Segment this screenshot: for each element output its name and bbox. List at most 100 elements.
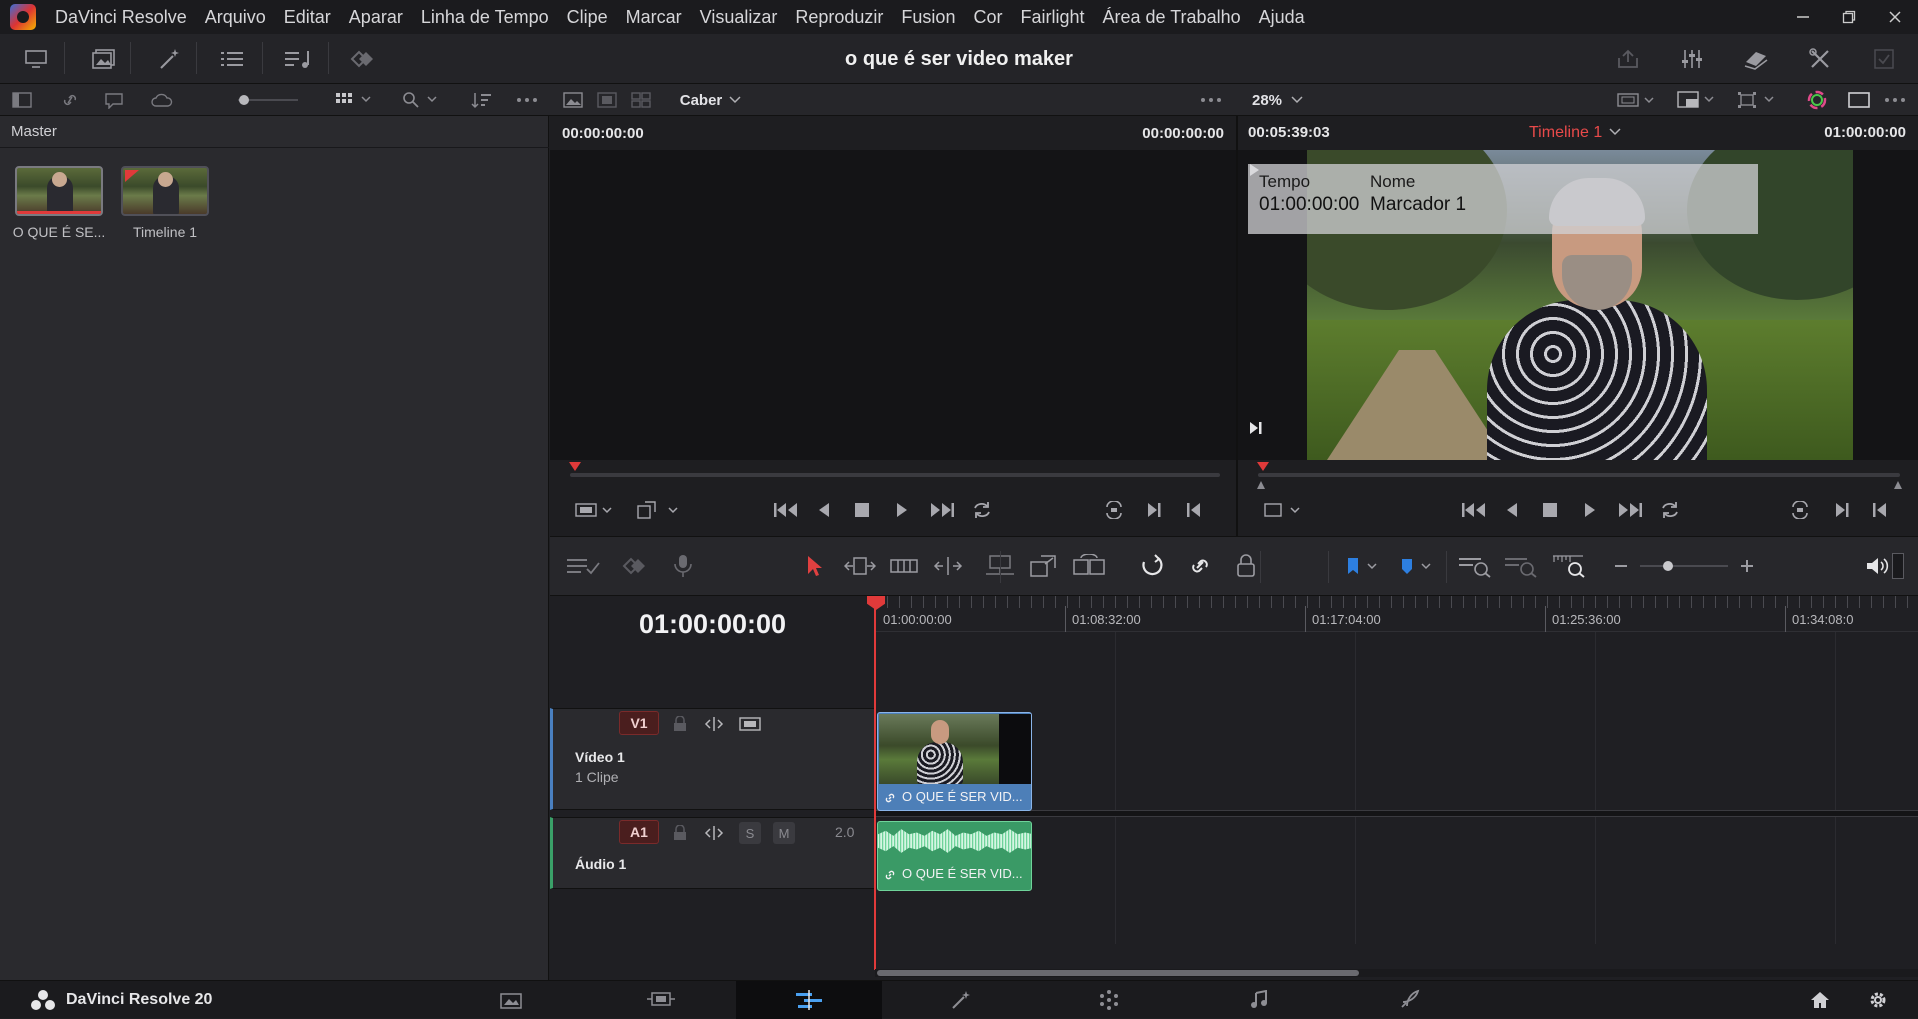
link-clip-icon[interactable] — [56, 84, 84, 116]
single-viewer-icon[interactable] — [1844, 84, 1874, 116]
close-window-icon[interactable] — [1872, 0, 1918, 34]
timeline-go-end-icon[interactable] — [1612, 492, 1648, 528]
davinci-logo-icon[interactable] — [10, 4, 36, 30]
menu-visualizar[interactable]: Visualizar — [691, 0, 787, 34]
source-go-start-icon[interactable] — [768, 492, 804, 528]
menu-area-de-trabalho[interactable]: Área de Trabalho — [1094, 0, 1250, 34]
source-match-frame-icon[interactable] — [1096, 492, 1132, 528]
timeline-viewer-mode-icon[interactable] — [1258, 492, 1308, 528]
source-stop-icon[interactable] — [844, 492, 880, 528]
zoom-full-icon[interactable] — [1456, 537, 1496, 595]
source-mark-in-icon[interactable] — [1176, 492, 1212, 528]
source-transform-icon[interactable] — [632, 492, 688, 528]
restore-icon[interactable] — [1826, 0, 1872, 34]
viewer-film-icon[interactable] — [594, 84, 620, 116]
auto-select-icon[interactable] — [703, 713, 725, 735]
selection-mode-icon[interactable] — [796, 537, 832, 595]
source-options-icon[interactable] — [1196, 84, 1226, 116]
menu-ajuda[interactable]: Ajuda — [1250, 0, 1314, 34]
app-name-menu[interactable]: DaVinci Resolve — [46, 0, 196, 34]
timeline-viewer-screen[interactable]: Tempo 01:00:00:00 Nome Marcador 1 — [1238, 150, 1918, 460]
track-lock-icon[interactable] — [669, 713, 691, 735]
menu-marcar[interactable]: Marcar — [617, 0, 691, 34]
source-playhead[interactable] — [569, 462, 581, 471]
grid-view-icon[interactable] — [334, 84, 378, 116]
source-play-reverse-icon[interactable] — [806, 492, 842, 528]
thumbnail-size-slider[interactable] — [232, 84, 302, 116]
timeline-viewer-scrubber[interactable] — [1257, 462, 1902, 489]
blade-edit-icon[interactable] — [928, 537, 968, 595]
menu-reproduzir[interactable]: Reproduzir — [786, 0, 892, 34]
fusion-page-icon[interactable] — [888, 981, 1034, 1019]
timeline-ruler[interactable]: 01:00:00:00 01:08:32:00 01:17:04:00 01:2… — [875, 596, 1918, 632]
caption-icon[interactable] — [100, 84, 128, 116]
source-clip-mode-icon[interactable] — [570, 492, 620, 528]
viewer-image-icon[interactable] — [560, 84, 586, 116]
safe-area-icon[interactable] — [1614, 84, 1660, 116]
edit-diamond-icon[interactable] — [616, 537, 656, 595]
color-page-icon[interactable] — [1036, 981, 1182, 1019]
audio-track-name[interactable]: Áudio 1 — [575, 856, 626, 872]
menu-aparar[interactable]: Aparar — [340, 0, 412, 34]
source-scrubber[interactable] — [569, 462, 1220, 477]
a1-track-badge[interactable]: A1 — [619, 820, 659, 844]
hq-playback-icon[interactable] — [1674, 84, 1720, 116]
settings-gear-icon[interactable] — [1858, 981, 1898, 1019]
mute-button[interactable]: M — [773, 822, 795, 844]
source-loop-icon[interactable] — [964, 492, 1000, 528]
deliver-page-icon[interactable] — [1336, 981, 1482, 1019]
source-play-icon[interactable] — [884, 492, 920, 528]
sort-icon[interactable] — [466, 84, 496, 116]
dynamic-trim-icon[interactable] — [884, 537, 924, 595]
media-page-icon[interactable] — [438, 981, 584, 1019]
source-go-end-icon[interactable] — [924, 492, 960, 528]
trim-edit-mode-icon[interactable] — [840, 537, 880, 595]
menu-editar[interactable]: Editar — [275, 0, 340, 34]
minimize-icon[interactable] — [1780, 0, 1826, 34]
video-track-name[interactable]: Vídeo 1 — [575, 749, 625, 765]
pool-options-icon[interactable] — [512, 84, 542, 116]
timeline-name-dropdown[interactable]: Timeline 1 — [1529, 124, 1622, 142]
menu-fusion[interactable]: Fusion — [892, 0, 964, 34]
auto-select-icon[interactable] — [703, 822, 725, 844]
track-lock-icon[interactable] — [669, 822, 691, 844]
linked-selection-icon[interactable] — [1180, 537, 1220, 595]
menu-linha-de-tempo[interactable]: Linha de Tempo — [412, 0, 558, 34]
audio-clip[interactable]: O QUE É SER VID... — [877, 821, 1032, 891]
home-icon[interactable] — [1800, 981, 1840, 1019]
fit-dropdown[interactable]: Caber — [676, 84, 746, 116]
v1-track-badge[interactable]: V1 — [619, 711, 659, 735]
transform-icon[interactable] — [1734, 84, 1780, 116]
menu-clipe[interactable]: Clipe — [558, 0, 617, 34]
timeline-viewer-options-icon[interactable] — [1880, 84, 1910, 116]
zoom-custom-icon[interactable] — [1550, 537, 1590, 595]
zoom-detail-icon[interactable] — [1502, 537, 1542, 595]
source-mark-out-icon[interactable] — [1136, 492, 1172, 528]
search-icon[interactable] — [400, 84, 444, 116]
video-clip[interactable]: O QUE É SER VID... — [877, 712, 1032, 811]
overwrite-clip-icon[interactable] — [1024, 537, 1064, 595]
bin-name[interactable]: Master — [0, 116, 549, 148]
timeline-current-timecode[interactable]: 01:00:00:00 — [550, 596, 875, 648]
cut-page-icon[interactable] — [588, 981, 734, 1019]
zoom-out-icon[interactable] — [1610, 537, 1632, 595]
replace-clip-icon[interactable] — [1068, 537, 1112, 595]
track-video-enable-icon[interactable] — [739, 713, 761, 735]
zoom-dropdown[interactable]: 28% — [1244, 84, 1312, 116]
fairlight-page-icon[interactable] — [1186, 981, 1332, 1019]
timeline-zoom-slider[interactable] — [1636, 537, 1732, 595]
menu-cor[interactable]: Cor — [964, 0, 1011, 34]
speaker-volume-icon[interactable] — [1860, 537, 1894, 595]
timeline-stop-icon[interactable] — [1532, 492, 1568, 528]
cloud-icon[interactable] — [146, 84, 178, 116]
zoom-in-icon[interactable] — [1736, 537, 1758, 595]
viewer-grid-icon[interactable] — [628, 84, 654, 116]
color-wheel-icon[interactable] — [1804, 84, 1830, 116]
media-pool-clip-thumbnail[interactable] — [15, 166, 103, 216]
edit-page-icon[interactable] — [736, 981, 882, 1019]
marker-dropdown-icon[interactable] — [1396, 537, 1440, 595]
sidebar-toggle-icon[interactable] — [8, 84, 36, 116]
timeline-go-start-icon[interactable] — [1456, 492, 1492, 528]
timeline-loop-icon[interactable] — [1652, 492, 1688, 528]
timeline-mark-in-icon[interactable] — [1862, 492, 1898, 528]
